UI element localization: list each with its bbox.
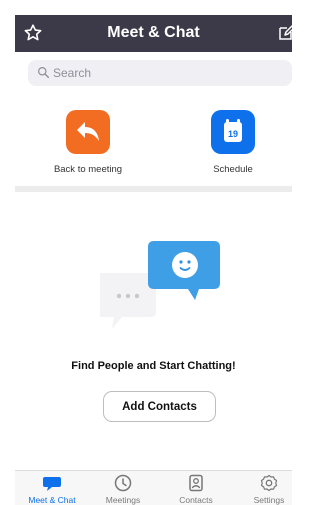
page-title: Meet & Chat: [107, 24, 200, 41]
typing-dot: [134, 293, 140, 299]
calendar-icon: 19: [224, 119, 242, 142]
tab-meetings[interactable]: Meetings: [93, 474, 153, 505]
search-icon: [38, 67, 50, 79]
chat-empty-state: Find People and Start Chatting! Add Cont…: [15, 192, 292, 470]
typing-dot: [116, 293, 122, 299]
tab-settings[interactable]: Settings: [239, 474, 296, 505]
schedule-button[interactable]: 19: [211, 110, 255, 154]
bottom-tab-bar: Meet & Chat Meetings Contacts Settings: [15, 470, 292, 505]
back-arrow-icon: [77, 122, 99, 141]
tab-contacts[interactable]: Contacts: [166, 474, 226, 505]
clock-icon: [114, 474, 132, 492]
search-field[interactable]: [28, 60, 292, 86]
back-to-meeting-button[interactable]: [66, 110, 110, 154]
chat-bubble-icon: [43, 477, 61, 491]
tab-meetings-label: Meetings: [105, 495, 141, 505]
right-screen-edge: [292, 0, 296, 505]
top-navigation-bar: Meet & Chat: [15, 15, 294, 52]
search-section: [15, 52, 292, 94]
tab-meet-chat[interactable]: Meet & Chat: [22, 474, 82, 505]
tab-meet-chat-label: Meet & Chat: [28, 495, 76, 505]
typing-dot: [125, 293, 131, 299]
contact-icon: [189, 474, 203, 492]
calendar-day-number: 19: [228, 129, 238, 139]
schedule-action[interactable]: 19 Schedule: [188, 110, 278, 175]
tab-contacts-label: Contacts: [179, 495, 213, 505]
schedule-label: Schedule: [213, 164, 253, 175]
empty-state-title: Find People and Start Chatting!: [71, 360, 236, 372]
left-screen-edge: [0, 0, 15, 505]
back-to-meeting-action[interactable]: Back to meeting: [43, 110, 133, 175]
add-contacts-button[interactable]: Add Contacts: [103, 391, 216, 422]
search-input[interactable]: [53, 60, 273, 86]
gear-icon: [260, 474, 278, 492]
back-to-meeting-label: Back to meeting: [53, 164, 123, 175]
meet-chat-screen: Meet & Chat Back to meeting: [0, 0, 296, 505]
chat-bubbles-illustration: [100, 241, 220, 329]
tab-settings-label: Settings: [253, 495, 285, 505]
quick-actions: Back to meeting 19 Schedule: [15, 94, 292, 186]
